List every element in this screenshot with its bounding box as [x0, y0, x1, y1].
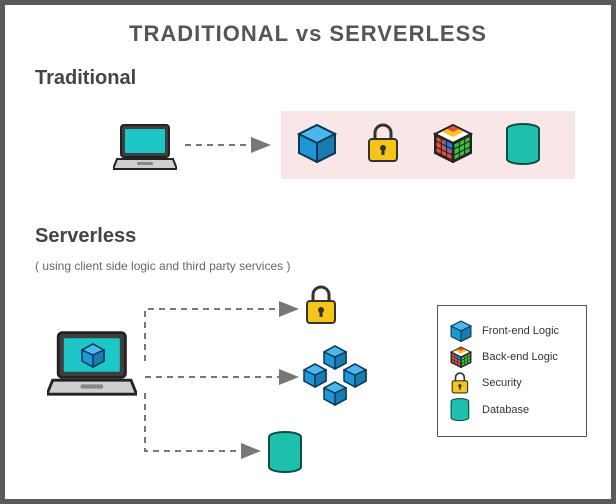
laptop-icon — [113, 121, 177, 171]
cube-icon — [81, 343, 105, 368]
legend-item-database: Database — [450, 398, 574, 422]
rubik-icon — [450, 346, 472, 368]
lock-icon — [365, 123, 401, 163]
database-icon — [505, 123, 541, 165]
diagram-frame: TRADITIONAL vs SERVERLESS Traditional Se… — [0, 0, 616, 504]
database-icon — [450, 398, 472, 422]
lock-icon — [450, 372, 472, 394]
cube-icon — [450, 320, 472, 342]
rubik-icon — [433, 123, 473, 163]
label-traditional: Traditional — [35, 67, 136, 90]
arrow-icon — [183, 135, 275, 155]
legend-item-frontend: Front-end Logic — [450, 320, 574, 342]
legend-item-backend: Back-end Logic — [450, 346, 574, 368]
cube-icon — [297, 123, 337, 163]
lock-icon — [303, 285, 339, 325]
legend-label: Back-end Logic — [482, 351, 574, 363]
laptop-with-cube — [47, 327, 137, 397]
legend-label: Database — [482, 404, 574, 416]
page-title: TRADITIONAL vs SERVERLESS — [5, 5, 611, 55]
label-serverless: Serverless — [35, 225, 136, 248]
legend-label: Front-end Logic — [482, 325, 574, 337]
database-icon — [267, 431, 303, 473]
cube-cluster — [301, 345, 371, 411]
serverless-subnote: ( using client side logic and third part… — [35, 259, 290, 273]
legend-box: Front-end Logic Back-end Logic Security … — [437, 305, 587, 437]
legend-item-security: Security — [450, 372, 574, 394]
legend-label: Security — [482, 377, 574, 389]
